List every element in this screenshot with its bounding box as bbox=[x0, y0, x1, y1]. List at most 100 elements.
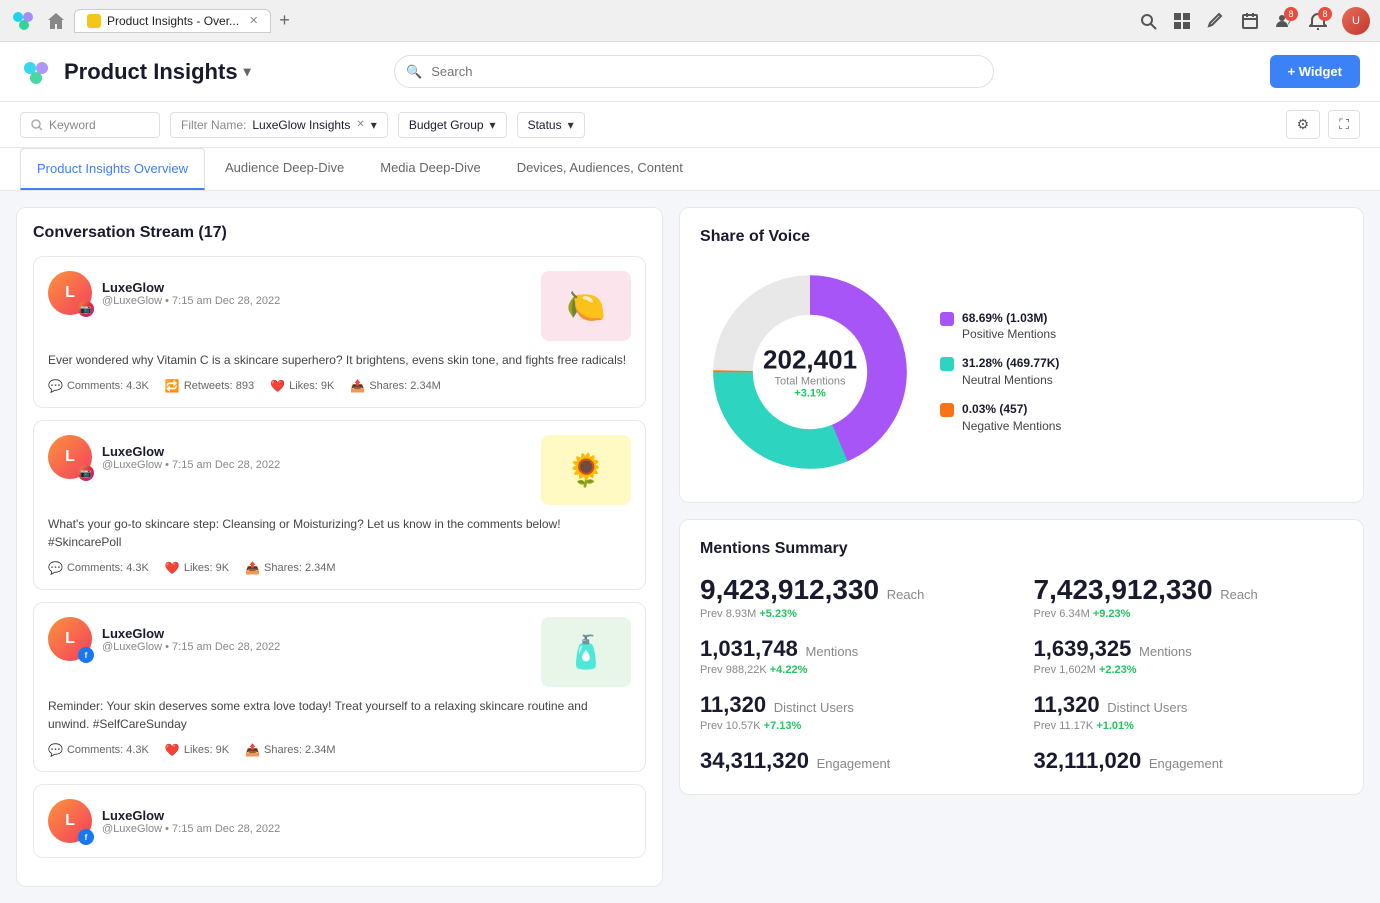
neutral-legend-text: 31.28% (469.77K) Neutral Mentions bbox=[962, 355, 1059, 389]
facebook-badge-4: f bbox=[78, 829, 94, 845]
share-of-voice-panel: Share of Voice bbox=[679, 207, 1364, 503]
app-header: Product Insights ▾ 🔍 + Widget bbox=[0, 42, 1380, 102]
metric-users-2: 11,320 Distinct Users Prev 11.17K +1.01% bbox=[1034, 692, 1343, 732]
metric-unit-reach-2: Reach bbox=[1220, 587, 1258, 602]
filter-name-label: Filter Name: bbox=[181, 118, 246, 132]
filter-actions: ⚙ ⛶ bbox=[1286, 110, 1360, 139]
metric-unit-mentions-2: Mentions bbox=[1139, 644, 1192, 659]
global-search: 🔍 bbox=[394, 55, 994, 88]
share-of-voice-content: 202,401 Total Mentions +3.1% 68.69% (1.0… bbox=[700, 262, 1343, 482]
conversation-stream-title: Conversation Stream (17) bbox=[33, 224, 646, 242]
post-user-4: L f LuxeGlow @LuxeGlow • 7:15 am Dec 28,… bbox=[48, 799, 280, 843]
filter-name-remove[interactable]: ✕ bbox=[356, 119, 364, 130]
new-tab-button[interactable]: + bbox=[279, 10, 290, 31]
share-icon-3: 📤 bbox=[245, 743, 260, 757]
browser-edit-icon[interactable] bbox=[1206, 11, 1226, 31]
browser-bell-icon[interactable]: 8 bbox=[1308, 11, 1328, 31]
facebook-badge-3: f bbox=[78, 647, 94, 663]
post-shares-2: 📤 Shares: 2.34M bbox=[245, 561, 336, 575]
browser-search-icon[interactable] bbox=[1138, 11, 1158, 31]
metric-unit-engagement-1: Engagement bbox=[817, 756, 891, 771]
metric-unit-engagement-2: Engagement bbox=[1149, 756, 1223, 771]
budget-group-label: Budget Group bbox=[409, 118, 484, 132]
post-handle-3: @LuxeGlow • 7:15 am Dec 28, 2022 bbox=[102, 641, 280, 653]
metric-unit-reach-1: Reach bbox=[887, 587, 925, 602]
widget-button[interactable]: + Widget bbox=[1270, 55, 1360, 88]
post-info-4: LuxeGlow @LuxeGlow • 7:15 am Dec 28, 202… bbox=[102, 808, 280, 835]
budget-group-chevron[interactable]: ▾ bbox=[490, 118, 496, 132]
search-icon: 🔍 bbox=[406, 64, 422, 80]
tab-media[interactable]: Media Deep-Dive bbox=[364, 148, 496, 190]
filter-bar: Keyword Filter Name: LuxeGlow Insights ✕… bbox=[0, 102, 1380, 148]
metric-value-users-1: 11,320 bbox=[700, 692, 766, 717]
post-comments-2: 💬 Comments: 4.3K bbox=[48, 561, 149, 575]
status-filter[interactable]: Status ▾ bbox=[517, 112, 585, 138]
instagram-badge-1: 📷 bbox=[78, 301, 94, 317]
mentions-summary-panel: Mentions Summary 9,423,912,330 Reach Pre… bbox=[679, 519, 1364, 795]
page-title: Product Insights ▾ bbox=[64, 59, 251, 85]
metric-prev-reach-1: Prev 8.93M +5.23% bbox=[700, 608, 1009, 620]
post-card-4: L f LuxeGlow @LuxeGlow • 7:15 am Dec 28,… bbox=[33, 784, 646, 858]
browser-grid-icon[interactable] bbox=[1172, 11, 1192, 31]
metric-value-engagement-2: 32,111,020 bbox=[1034, 748, 1142, 773]
metric-mentions-2: 1,639,325 Mentions Prev 1,602M +2.23% bbox=[1034, 636, 1343, 676]
post-card-1: L 📷 LuxeGlow @LuxeGlow • 7:15 am Dec 28,… bbox=[33, 256, 646, 408]
filter-name-chevron[interactable]: ▾ bbox=[371, 118, 377, 132]
metric-prev-mentions-2: Prev 1,602M +2.23% bbox=[1034, 664, 1343, 676]
active-tab[interactable]: Product Insights - Over... ✕ bbox=[74, 9, 271, 33]
page-title-dropdown[interactable]: ▾ bbox=[244, 63, 251, 80]
donut-change: +3.1% bbox=[763, 388, 857, 400]
browser-users-icon[interactable]: 8 bbox=[1274, 11, 1294, 31]
comment-icon-1: 💬 bbox=[48, 379, 63, 393]
filter-name-pill[interactable]: Filter Name: LuxeGlow Insights ✕ ▾ bbox=[170, 112, 388, 138]
post-avatar-wrapper-3: L f bbox=[48, 617, 92, 661]
tab-devices[interactable]: Devices, Audiences, Content bbox=[501, 148, 699, 190]
metric-value-mentions-2: 1,639,325 bbox=[1034, 636, 1132, 661]
search-input[interactable] bbox=[394, 55, 994, 88]
legend-positive: 68.69% (1.03M) Positive Mentions bbox=[940, 310, 1061, 344]
post-handle-4: @LuxeGlow • 7:15 am Dec 28, 2022 bbox=[102, 823, 280, 835]
home-icon[interactable] bbox=[46, 11, 66, 31]
share-icon-1: 📤 bbox=[350, 379, 365, 393]
status-chevron[interactable]: ▾ bbox=[568, 118, 574, 132]
post-likes-1: ❤️ Likes: 9K bbox=[270, 379, 334, 393]
post-user-3: L f LuxeGlow @LuxeGlow • 7:15 am Dec 28,… bbox=[48, 617, 280, 661]
tab-audience[interactable]: Audience Deep-Dive bbox=[209, 148, 360, 190]
neutral-dot bbox=[940, 357, 954, 371]
metric-unit-users-2: Distinct Users bbox=[1107, 700, 1187, 715]
post-text-3: Reminder: Your skin deserves some extra … bbox=[48, 697, 631, 733]
app-logo-icon bbox=[20, 56, 52, 88]
metric-value-reach-1: 9,423,912,330 bbox=[700, 574, 879, 605]
negative-dot bbox=[940, 403, 954, 417]
post-username-2: LuxeGlow bbox=[102, 444, 280, 459]
app-logo bbox=[20, 56, 52, 88]
browser-calendar-icon[interactable] bbox=[1240, 11, 1260, 31]
metric-value-reach-2: 7,423,912,330 bbox=[1034, 574, 1213, 605]
post-user-1: L 📷 LuxeGlow @LuxeGlow • 7:15 am Dec 28,… bbox=[48, 271, 280, 315]
sov-legend: 68.69% (1.03M) Positive Mentions 31.28% … bbox=[940, 310, 1061, 435]
post-comments-3: 💬 Comments: 4.3K bbox=[48, 743, 149, 757]
post-stats-2: 💬 Comments: 4.3K ❤️ Likes: 9K 📤 Shares: … bbox=[48, 561, 631, 575]
metric-reach-1: 9,423,912,330 Reach Prev 8.93M +5.23% bbox=[700, 574, 1009, 620]
donut-total: 202,401 bbox=[763, 345, 857, 376]
filter-name-value: LuxeGlow Insights bbox=[252, 118, 350, 132]
post-username-3: LuxeGlow bbox=[102, 626, 280, 641]
post-info-3: LuxeGlow @LuxeGlow • 7:15 am Dec 28, 202… bbox=[102, 626, 280, 653]
post-text-2: What's your go-to skincare step: Cleansi… bbox=[48, 515, 631, 551]
budget-group-filter[interactable]: Budget Group ▾ bbox=[398, 112, 507, 138]
filter-icon-button[interactable]: ⚙ bbox=[1286, 110, 1321, 139]
post-comments-1: 💬 Comments: 4.3K bbox=[48, 379, 149, 393]
tab-close-button[interactable]: ✕ bbox=[249, 14, 258, 27]
metric-unit-users-1: Distinct Users bbox=[774, 700, 854, 715]
browser-chrome: Product Insights - Over... ✕ + 8 8 U bbox=[0, 0, 1380, 42]
user-avatar[interactable]: U bbox=[1342, 7, 1370, 35]
keyword-input[interactable]: Keyword bbox=[20, 112, 160, 138]
fullscreen-button[interactable]: ⛶ bbox=[1328, 110, 1360, 139]
retweet-icon-1: 🔁 bbox=[165, 379, 180, 393]
metric-users-1: 11,320 Distinct Users Prev 10.57K +7.13% bbox=[700, 692, 1009, 732]
metric-prev-users-2: Prev 11.17K +1.01% bbox=[1034, 720, 1343, 732]
tab-overview[interactable]: Product Insights Overview bbox=[20, 148, 205, 190]
post-avatar-wrapper-4: L f bbox=[48, 799, 92, 843]
post-image-2: 🌻 bbox=[541, 435, 631, 505]
post-header-4: L f LuxeGlow @LuxeGlow • 7:15 am Dec 28,… bbox=[48, 799, 631, 843]
